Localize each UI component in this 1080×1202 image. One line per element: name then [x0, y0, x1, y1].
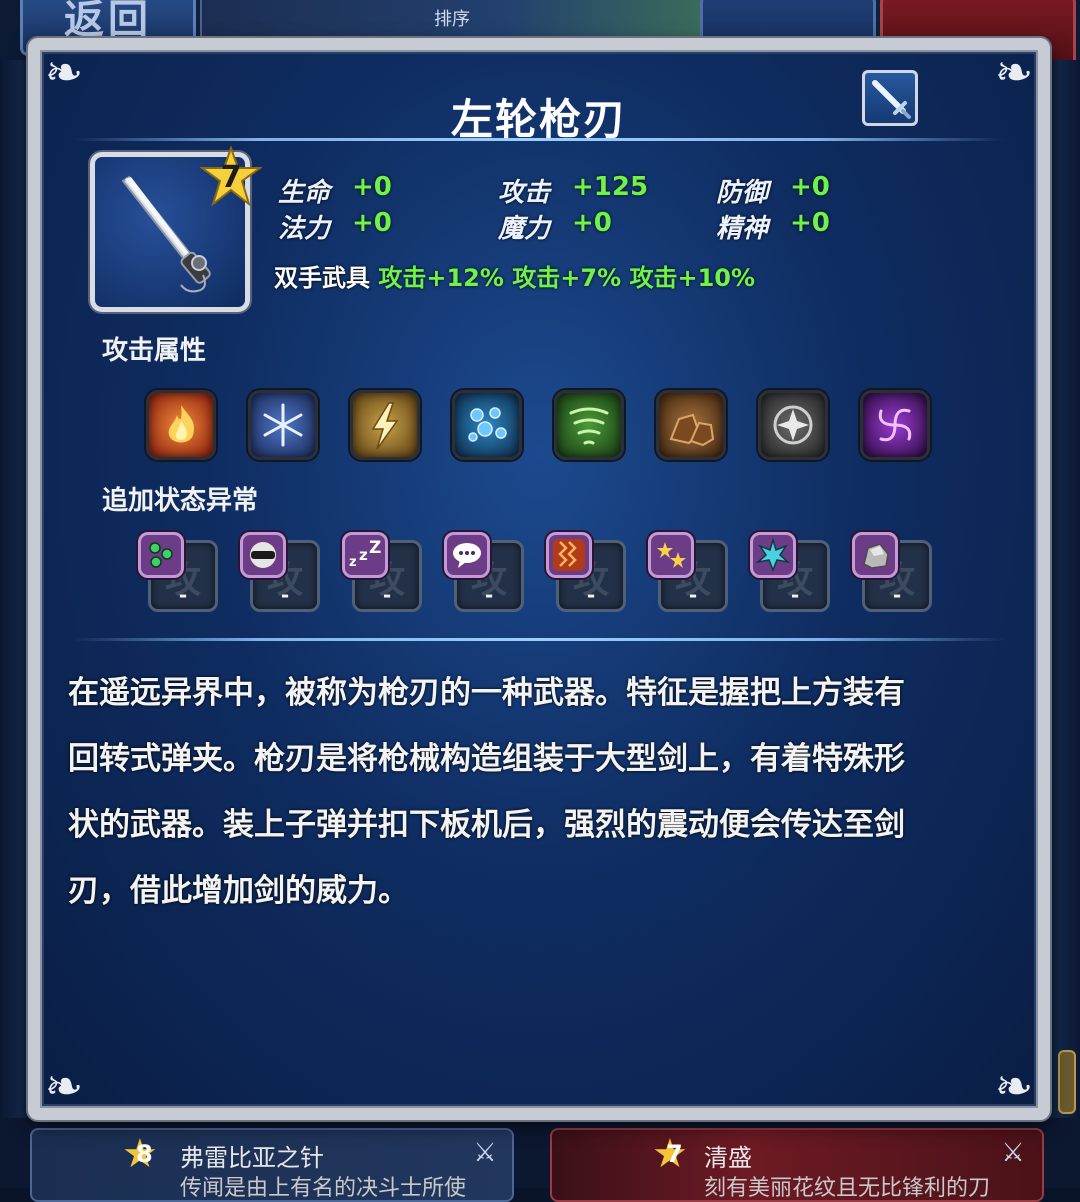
- blind-icon: [240, 532, 286, 578]
- stat-value: +0: [572, 208, 612, 238]
- stat-label: 防御: [716, 178, 769, 208]
- scrollbar-handle[interactable]: [1058, 1050, 1076, 1114]
- dialog-panel: 左轮枪刃 7 生命 +0 攻击 +125 防御 +0 法力 +0 魔力 +0 精…: [40, 50, 1038, 1108]
- status-value: -: [892, 583, 902, 607]
- weapon-description: 在遥远异界中，被称为枪刃的一种武器。特征是握把上方装有 回转式弹夹。枪刃是将枪械…: [68, 660, 1012, 924]
- weapon-card[interactable]: ★ 7 清盛 刻有美丽花纹且无比锋利的刀 ⚔: [550, 1128, 1044, 1202]
- stat-value: +0: [790, 172, 830, 202]
- description-line: 状的武器。装上子弹并扣下板机后，强烈的震动便会传达至剑: [68, 807, 905, 843]
- card-description: 刻有美丽花纹且无比锋利的刀: [704, 1176, 991, 1201]
- stat-label: 魔力: [498, 214, 551, 244]
- corner-ornament: ❧: [44, 1059, 84, 1113]
- status-value: -: [382, 583, 392, 607]
- water-icon: [452, 390, 522, 460]
- status-value: -: [790, 583, 800, 607]
- corner-ornament: ❧: [994, 45, 1034, 99]
- thunder-icon: [350, 390, 420, 460]
- title-divider: [72, 138, 1006, 141]
- attack-bonuses: 攻击+12% 攻击+7% 攻击+10%: [378, 264, 756, 292]
- poison-icon: [138, 532, 184, 578]
- description-line: 回转式弹夹。枪刃是将枪械构造组装于大型剑上，有着特殊形: [68, 741, 905, 777]
- stat-value: +0: [352, 172, 392, 202]
- stat-label: 法力: [278, 214, 331, 244]
- paralyze-icon: [546, 532, 592, 578]
- status-value: -: [178, 583, 188, 607]
- svg-text:z: z: [349, 555, 357, 570]
- earth-icon: [656, 390, 726, 460]
- card-name: 清盛: [704, 1144, 752, 1172]
- sleep-icon: zzZ: [342, 532, 388, 578]
- weapon-class: 双手武具: [274, 264, 370, 292]
- petrify-icon: [852, 532, 898, 578]
- card-description: 传闻是由上有名的决斗士所使: [180, 1176, 467, 1201]
- stat-label: 生命: [278, 178, 331, 208]
- ice-icon: [248, 390, 318, 460]
- card-name: 弗雷比亚之针: [180, 1144, 324, 1172]
- holy-icon: [758, 390, 828, 460]
- sword-icon[interactable]: [862, 70, 918, 126]
- description-line: 在遥远异界中，被称为枪刃的一种武器。特征是握把上方装有: [68, 675, 905, 711]
- description-line: 刃，借此增加剑的威力。: [68, 873, 409, 909]
- svg-text:Z: Z: [369, 538, 381, 558]
- sword-icon: ⚔: [473, 1138, 497, 1168]
- stat-value: +0: [790, 208, 830, 238]
- stat-label: 精神: [716, 214, 769, 244]
- status-value: -: [688, 583, 698, 607]
- sword-icon: ⚔: [1001, 1138, 1025, 1168]
- dark-icon: [860, 390, 930, 460]
- silence-icon: [444, 532, 490, 578]
- weapon-detail-dialog: 左轮枪刃 7 生命 +0 攻击 +125 防御 +0 法力 +0 魔力 +0 精…: [28, 38, 1050, 1120]
- disease-icon: [750, 532, 796, 578]
- status-ailment-heading: 追加状态异常: [102, 486, 259, 516]
- fire-icon: [146, 390, 216, 460]
- corner-ornament: ❧: [44, 45, 84, 99]
- status-value: -: [280, 583, 290, 607]
- wind-icon: [554, 390, 624, 460]
- weapon-card[interactable]: ★ 8 弗雷比亚之针 传闻是由上有名的决斗士所使 ⚔: [30, 1128, 514, 1202]
- confuse-icon: [648, 532, 694, 578]
- stat-value: +125: [572, 172, 649, 202]
- status-value: -: [484, 583, 494, 607]
- sort-button[interactable]: 排序: [200, 0, 704, 42]
- svg-text:z: z: [359, 546, 368, 564]
- weapon-bonus-line: 双手武具 攻击+12% 攻击+7% 攻击+10%: [274, 258, 755, 293]
- weapon-rank: 7: [220, 160, 242, 195]
- card-rank: 8: [136, 1140, 153, 1168]
- stat-label: 攻击: [498, 178, 551, 208]
- status-value: -: [586, 583, 596, 607]
- section-divider: [72, 638, 1006, 641]
- card-rank: 7: [666, 1140, 683, 1168]
- attack-attribute-heading: 攻击属性: [102, 336, 207, 366]
- stat-value: +0: [352, 208, 392, 238]
- corner-ornament: ❧: [994, 1059, 1034, 1113]
